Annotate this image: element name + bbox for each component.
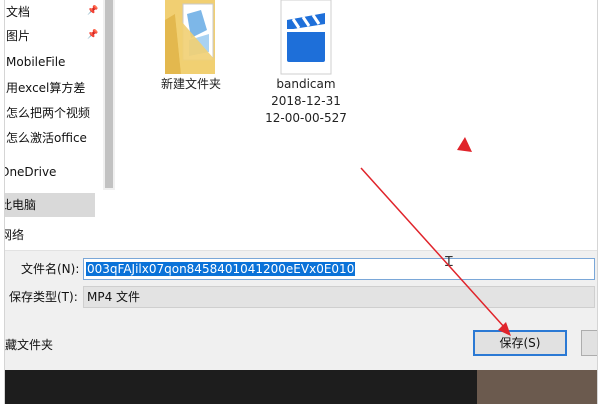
annotation-triangle-icon	[457, 137, 472, 152]
save-dialog: 文档 📌 图片 📌 MobileFile 用excel算方差 怎么把两个视频 怎…	[4, 0, 598, 404]
arrowhead-icon	[498, 322, 511, 336]
annotation-arrow	[360, 167, 506, 329]
annotation-overlay	[360, 137, 511, 336]
